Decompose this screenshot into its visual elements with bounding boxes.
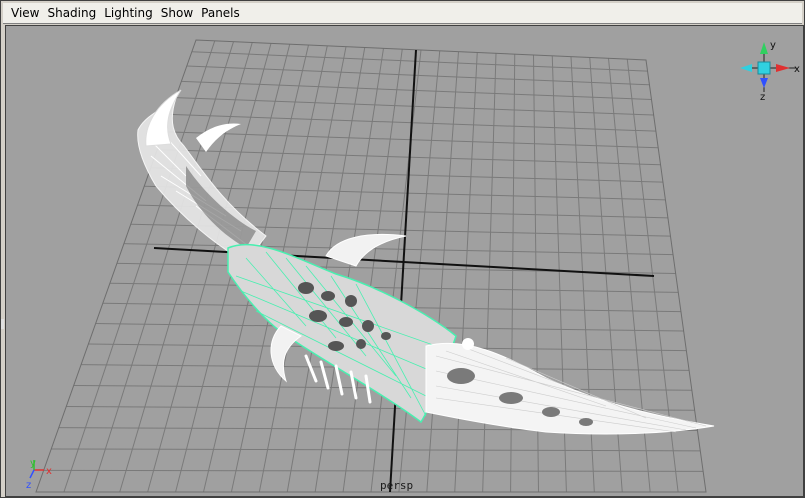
menu-view[interactable]: View — [7, 4, 43, 22]
grid-line — [181, 80, 652, 101]
view-cube-z-arrow[interactable] — [760, 78, 768, 88]
grid-line — [150, 167, 663, 183]
grid-line — [426, 51, 459, 493]
grid-line — [191, 51, 648, 72]
menu-shading[interactable]: Shading — [43, 4, 100, 22]
grid-line — [482, 53, 497, 493]
menu-panels[interactable]: Panels — [197, 4, 244, 22]
origin-axis-y-label: y — [30, 458, 36, 469]
panel-splitter-handle[interactable] — [1, 319, 4, 329]
maya-panel-window: View Shading Lighting Show Panels y z x … — [0, 0, 805, 498]
grid-line — [398, 50, 441, 493]
grid-line — [370, 49, 422, 493]
viewport-canvas[interactable]: y z x x y z — [6, 26, 803, 496]
view-cube-y-arrow[interactable] — [760, 42, 768, 54]
dagger-wireframe-object[interactable] — [137, 89, 715, 435]
blade-rivet — [462, 338, 474, 350]
view-cube-center[interactable] — [757, 61, 771, 75]
origin-axis-indicator: x y z — [26, 458, 52, 491]
panel-menubar: View Shading Lighting Show Panels — [3, 3, 802, 24]
menu-show[interactable]: Show — [157, 4, 197, 22]
grid-line — [175, 97, 654, 116]
view-cube-label-y: y — [770, 40, 776, 51]
perspective-viewport[interactable]: y z x x y z persp — [5, 25, 804, 497]
origin-axis-z-label: z — [26, 480, 31, 491]
camera-name-label: persp — [380, 479, 414, 492]
guard-horn-bottom — [270, 325, 302, 383]
origin-axis-x-label: x — [46, 466, 52, 477]
view-cube[interactable]: y z x — [740, 40, 800, 103]
dagger-blade — [425, 342, 715, 435]
grid-line — [43, 469, 704, 472]
grid-axis-z — [389, 49, 417, 493]
grid-line — [454, 52, 478, 493]
view-cube-label-x: x — [794, 64, 800, 75]
menu-lighting[interactable]: Lighting — [100, 4, 157, 22]
handle-spike — [196, 123, 241, 152]
view-cube-x-arrow[interactable] — [776, 64, 790, 72]
view-cube-label-z: z — [760, 92, 765, 103]
view-cube-neg-x-arrow[interactable] — [740, 64, 752, 72]
